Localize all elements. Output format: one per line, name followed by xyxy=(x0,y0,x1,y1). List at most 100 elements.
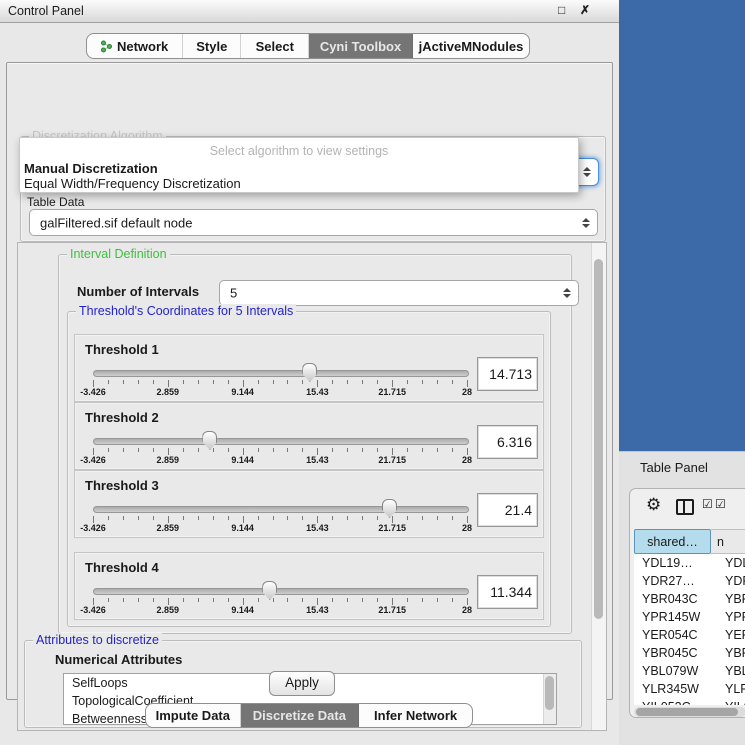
table-row[interactable]: YDL19…YDL1 xyxy=(634,554,745,572)
tick-mark xyxy=(347,380,348,384)
tab-style[interactable]: Style xyxy=(183,34,241,58)
slider-thumb-icon[interactable] xyxy=(202,431,217,450)
popup-option-manual-discretization[interactable]: Manual Discretization xyxy=(24,161,158,176)
tick-mark xyxy=(422,380,423,384)
tick-mark xyxy=(273,598,274,602)
table-row[interactable]: YIL052CYIL0 xyxy=(634,698,745,705)
threshold-label: Threshold 1 xyxy=(85,342,159,357)
tab-infer-network[interactable]: Infer Network xyxy=(359,704,472,727)
tick-mark xyxy=(123,516,124,520)
tab-impute-data[interactable]: Impute Data xyxy=(146,704,241,727)
threshold-row: Threshold 2 -3.4262.8599.14415.4321.7152… xyxy=(74,402,544,470)
slider-thumb-icon[interactable] xyxy=(382,499,397,518)
tick-mark xyxy=(422,516,423,520)
apply-button[interactable]: Apply xyxy=(269,671,335,696)
cell-shared-name: YPR145W xyxy=(634,610,717,624)
column-header-name[interactable]: n xyxy=(711,529,745,554)
tab-discretize-data[interactable]: Discretize Data xyxy=(241,704,360,727)
table-row[interactable]: YBL079WYBL0 xyxy=(634,662,745,680)
table-row[interactable]: YBR043CYBR0 xyxy=(634,590,745,608)
tick-mark xyxy=(302,516,303,520)
cell-shared-name: YDR27… xyxy=(634,574,717,588)
tick-mark xyxy=(183,380,184,384)
table-data-value: galFiltered.sif default node xyxy=(40,215,192,230)
tab-select[interactable]: Select xyxy=(241,34,309,58)
cell-name: YBR0 xyxy=(717,646,745,660)
tick-mark xyxy=(362,598,363,602)
threshold-value-field[interactable]: 11.344 xyxy=(477,575,538,609)
slider-track[interactable] xyxy=(93,588,469,595)
table-row[interactable]: YPR145WYPR1 xyxy=(634,608,745,626)
tick-mark xyxy=(213,448,214,452)
column-header-shared[interactable]: shared… xyxy=(634,529,711,554)
tick-mark xyxy=(93,516,94,523)
table-row[interactable]: YBR045CYBR0 xyxy=(634,644,745,662)
tick-mark xyxy=(198,448,199,452)
gear-icon[interactable]: ⚙ xyxy=(646,495,661,515)
float-window-icon[interactable]: □ xyxy=(558,3,565,17)
tick-mark xyxy=(258,380,259,384)
threshold-slider[interactable]: -3.4262.8599.14415.4321.71528 xyxy=(93,436,467,464)
threshold-label: Threshold 2 xyxy=(85,410,159,425)
tick-label: 15.43 xyxy=(306,605,329,615)
threshold-slider[interactable]: -3.4262.8599.14415.4321.71528 xyxy=(93,586,467,614)
interval-definition-title: Interval Definition xyxy=(67,247,170,261)
table-row[interactable]: YLR345WYLR3 xyxy=(634,680,745,698)
popup-option-equal-width[interactable]: Equal Width/Frequency Discretization xyxy=(24,176,241,191)
slider-track[interactable] xyxy=(93,438,469,445)
close-icon[interactable]: ✗ xyxy=(580,3,590,17)
tick-mark xyxy=(93,380,94,387)
checkbox-icon[interactable]: ☑ xyxy=(715,497,726,511)
cell-name: YBR0 xyxy=(717,592,745,606)
columns-icon[interactable] xyxy=(676,499,694,515)
panel-scrollbar-thumb[interactable] xyxy=(594,259,603,619)
threshold-value-field[interactable]: 21.4 xyxy=(477,493,538,527)
slider-thumb-icon[interactable] xyxy=(302,363,317,382)
tick-mark xyxy=(153,516,154,520)
slider-track[interactable] xyxy=(93,506,469,513)
tick-mark xyxy=(273,448,274,452)
tab-jactivemnodules[interactable]: jActiveMNodules xyxy=(413,34,529,58)
tick-mark xyxy=(422,598,423,602)
threshold-slider[interactable]: -3.4262.8599.14415.4321.71528 xyxy=(93,368,467,396)
tick-mark xyxy=(332,448,333,452)
tick-label: -3.426 xyxy=(80,605,106,615)
tick-mark xyxy=(302,448,303,452)
tab-cyni-toolbox[interactable]: Cyni Toolbox xyxy=(309,34,413,58)
tick-label: 9.144 xyxy=(231,605,254,615)
tick-mark xyxy=(138,380,139,384)
combobox-arrows-icon xyxy=(563,288,571,298)
table-row[interactable]: YDR27…YDR2 xyxy=(634,572,745,590)
tick-mark xyxy=(93,448,94,455)
threshold-value-field[interactable]: 14.713 xyxy=(477,357,538,391)
algorithm-dropdown-popup: Select algorithm to view settings Manual… xyxy=(19,137,579,193)
slider-thumb-icon[interactable] xyxy=(262,581,277,600)
tick-mark xyxy=(452,516,453,520)
number-of-intervals-combobox[interactable]: 5 xyxy=(219,280,579,306)
tab-label: Infer Network xyxy=(374,708,457,723)
tab-label: Cyni Toolbox xyxy=(320,39,401,54)
panel-scrollbar[interactable] xyxy=(591,243,606,730)
tick-mark xyxy=(317,448,318,455)
tick-label: 28 xyxy=(462,523,472,533)
tick-label: 21.715 xyxy=(378,523,406,533)
attributes-scrollbar[interactable] xyxy=(543,674,556,724)
slider-track[interactable] xyxy=(93,370,469,377)
table-data-combobox[interactable]: galFiltered.sif default node xyxy=(29,209,598,236)
table-horizontal-scrollbar[interactable] xyxy=(634,707,745,717)
settings-viewport: Interval Definition Number of Intervals … xyxy=(17,242,607,731)
checkbox-icon[interactable]: ☑ xyxy=(702,497,713,511)
tick-mark xyxy=(347,516,348,520)
threshold-slider[interactable]: -3.4262.8599.14415.4321.71528 xyxy=(93,504,467,532)
tab-network[interactable]: Network xyxy=(87,34,183,58)
threshold-label: Threshold 3 xyxy=(85,478,159,493)
table-panel-box: ⚙ ☑ ☑ shared… n YDL19…YDL1YDR27…YDR2YBR0… xyxy=(629,488,745,718)
tick-label: 15.43 xyxy=(306,387,329,397)
table-row[interactable]: YER054CYER0 xyxy=(634,626,745,644)
tick-mark xyxy=(168,516,169,523)
panel-title: Control Panel xyxy=(8,4,84,18)
threshold-value-field[interactable]: 6.316 xyxy=(477,425,538,459)
tick-mark xyxy=(287,448,288,452)
tick-mark xyxy=(213,516,214,520)
tick-mark xyxy=(392,380,393,387)
